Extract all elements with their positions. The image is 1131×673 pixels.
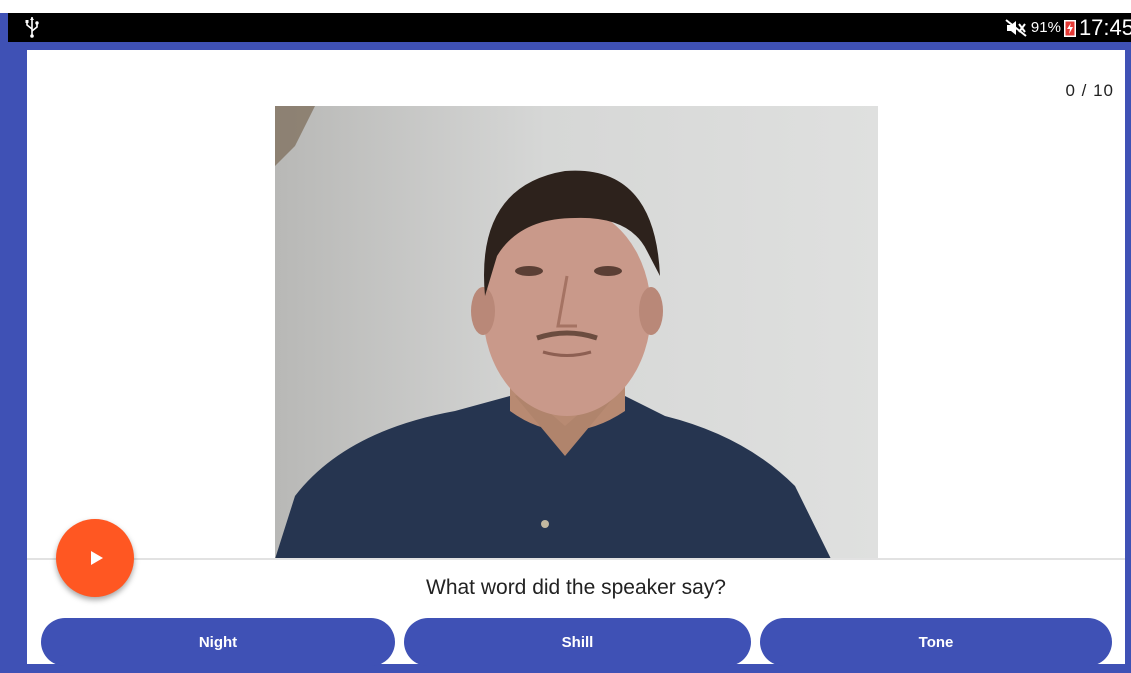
device-screen: 91% 17:45 0 / 10 What word did the speak… [0, 0, 1131, 673]
mute-icon [1005, 18, 1027, 37]
quiz-screen: 0 / 10 What word did the speaker say? Ni… [27, 50, 1125, 666]
divider [27, 558, 1125, 560]
answer-button-2[interactable]: Shill [404, 618, 751, 666]
battery-icon [1063, 19, 1076, 37]
answer-button-1[interactable]: Night [41, 618, 395, 666]
answer-button-3[interactable]: Tone [760, 618, 1112, 666]
top-edge [0, 0, 1131, 13]
speaker-video [275, 106, 878, 559]
speaker-video-frame [275, 106, 878, 559]
play-button[interactable] [56, 519, 134, 597]
play-icon [90, 551, 103, 565]
battery-percentage: 91% [1030, 19, 1061, 36]
question-text: What word did the speaker say? [426, 576, 726, 599]
usb-icon [25, 17, 39, 38]
status-right: 91% 17:45 [1004, 13, 1131, 42]
status-bar: 91% 17:45 [8, 13, 1131, 42]
clock: 17:45 [1078, 14, 1131, 40]
progress-counter: 0 / 10 [1065, 81, 1114, 100]
